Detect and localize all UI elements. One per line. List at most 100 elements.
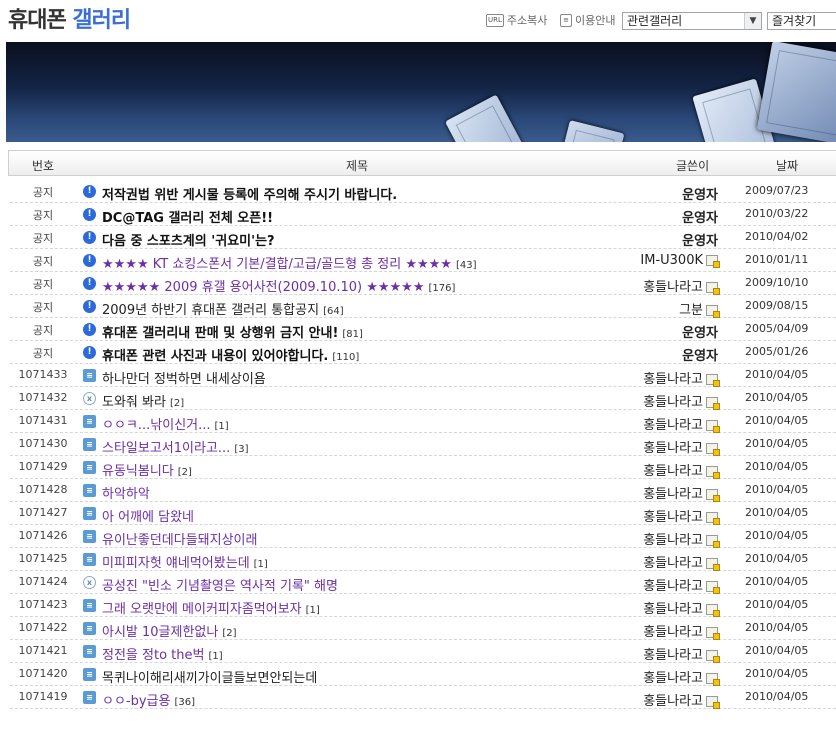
- post-author[interactable]: 홍들나라고: [608, 690, 720, 709]
- table-row[interactable]: 1071426 ≡ 유이난좋던데다들돼지상이래 홍들나라고 2010/04/05: [10, 525, 836, 548]
- post-subject-link[interactable]: 2009년 하반기 휴대폰 갤러리 통합공지 [64]: [102, 299, 344, 318]
- post-author[interactable]: 홍들나라고: [608, 506, 720, 525]
- comment-count[interactable]: [1]: [254, 559, 268, 570]
- gallog-icon[interactable]: [706, 466, 720, 479]
- gallog-icon[interactable]: [706, 650, 720, 663]
- table-row[interactable]: 1071427 ≡ 아 어깨에 담왔네 홍들나라고 2010/04/05: [10, 502, 836, 525]
- table-row[interactable]: 1071432 x 도와줘 봐라 [2] 홍들나라고 2010/04/05: [10, 387, 836, 410]
- table-row[interactable]: 1071429 ≡ 유동닉봄니다 [2] 홍들나라고 2010/04/05: [10, 456, 836, 479]
- post-subject-link[interactable]: 하악하악: [102, 483, 150, 502]
- table-row[interactable]: 1071431 ≡ ㅇㅇㅋ...낚이신거... [1] 홍들나라고 2010/04/05: [10, 410, 836, 433]
- post-subject-link[interactable]: 공성진 "빈소 기념촬영은 역사적 기록" 해명: [102, 575, 338, 594]
- gallog-icon[interactable]: [706, 305, 720, 318]
- post-author[interactable]: 운영자: [608, 345, 718, 364]
- post-author[interactable]: 홍들나라고: [608, 460, 720, 479]
- table-row[interactable]: 공지! 휴대폰 관련 사진과 내용이 있어야합니다. [110] 운영자 2005/01…: [10, 341, 836, 364]
- table-row[interactable]: 1071425 ≡ 미피피자헛 얘네먹어봤는데 [1] 홍들나라고 2010/04/05: [10, 548, 836, 571]
- comment-count[interactable]: [2]: [170, 398, 184, 409]
- comment-count[interactable]: [3]: [234, 444, 248, 455]
- post-author[interactable]: 홍들나라고: [608, 621, 720, 640]
- post-subject-link[interactable]: 아시발 10글제한없나 [2]: [102, 621, 237, 640]
- post-subject-link[interactable]: 휴대폰 갤러리내 판매 및 상행위 금지 안내! [81]: [102, 322, 363, 341]
- post-subject-link[interactable]: 다음 중 스포츠계의 '귀요미'는?: [102, 230, 275, 249]
- post-author[interactable]: 홍들나라고: [608, 391, 720, 410]
- comment-count[interactable]: [2]: [178, 467, 192, 478]
- table-row[interactable]: 1071424 x 공성진 "빈소 기념촬영은 역사적 기록" 해명 홍들나라고 201…: [10, 571, 836, 594]
- comment-count[interactable]: [43]: [456, 260, 477, 271]
- post-subject-link[interactable]: 미피피자헛 얘네먹어봤는데 [1]: [102, 552, 268, 571]
- post-subject-link[interactable]: 목퀴나이해리새끼가이글들보면안되는데: [102, 667, 317, 686]
- comment-count[interactable]: [110]: [332, 352, 359, 363]
- url-copy-link[interactable]: URL 주소복사: [486, 10, 547, 30]
- gallog-icon[interactable]: [706, 443, 720, 456]
- post-subject-link[interactable]: ★★★★ KT 쇼킹스폰서 기본/결합/고급/골드형 총 정리 ★★★★ [43]: [102, 253, 476, 272]
- post-author[interactable]: 홍들나라고: [608, 368, 720, 387]
- gallog-icon[interactable]: [706, 558, 720, 571]
- table-row[interactable]: 1071423 ≡ 그래 오랫만에 메이커피자좀먹어보자 [1] 홍들나라고 2010/0…: [10, 594, 836, 617]
- post-subject-link[interactable]: 유동닉봄니다 [2]: [102, 460, 192, 479]
- post-subject-link[interactable]: 유이난좋던데다들돼지상이래: [102, 529, 257, 548]
- post-author[interactable]: 홍들나라고: [608, 529, 720, 548]
- table-row[interactable]: 1071421 ≡ 정전을 정to the벅 [1] 홍들나라고 2010/04/05: [10, 640, 836, 663]
- table-row[interactable]: 1071419 ≡ ㅇㅇ-by급용 [36] 홍들나라고 2010/04/05: [10, 686, 836, 709]
- post-author[interactable]: 홍들나라고: [608, 644, 720, 663]
- comment-count[interactable]: [64]: [323, 306, 344, 317]
- gallog-icon[interactable]: [706, 512, 720, 525]
- chevron-down-icon[interactable]: ▼: [744, 13, 761, 29]
- table-row[interactable]: 공지! 저작권법 위반 게시물 등록에 주의해 주시기 바랍니다. 운영자 2009/…: [10, 180, 836, 203]
- post-subject-link[interactable]: 그래 오랫만에 메이커피자좀먹어보자 [1]: [102, 598, 320, 617]
- table-row[interactable]: 1071420 ≡ 목퀴나이해리새끼가이글들보면안되는데 홍들나라고 2010/04/0…: [10, 663, 836, 686]
- gallog-icon[interactable]: [706, 489, 720, 502]
- gallog-icon[interactable]: [706, 581, 720, 594]
- gallog-icon[interactable]: [706, 374, 720, 387]
- post-author[interactable]: IM-U300K: [608, 253, 720, 268]
- comment-count[interactable]: [1]: [306, 605, 320, 616]
- comment-count[interactable]: [176]: [429, 283, 456, 294]
- comment-count[interactable]: [81]: [342, 329, 363, 340]
- post-subject-link[interactable]: 정전을 정to the벅 [1]: [102, 644, 223, 663]
- comment-count[interactable]: [1]: [208, 651, 222, 662]
- gallog-icon[interactable]: [706, 535, 720, 548]
- related-gallery-select[interactable]: 관련갤러리 ▼: [622, 12, 762, 30]
- gallog-icon[interactable]: [706, 627, 720, 640]
- table-row[interactable]: 1071428 ≡ 하악하악 홍들나라고 2010/04/05: [10, 479, 836, 502]
- gallery-title[interactable]: 휴대폰 갤러리: [8, 2, 131, 34]
- table-row[interactable]: 공지! ★★★★ KT 쇼킹스폰서 기본/결합/고급/골드형 총 정리 ★★★★ […: [10, 249, 836, 272]
- gallog-icon[interactable]: [706, 420, 720, 433]
- post-author[interactable]: 운영자: [608, 184, 718, 203]
- gallog-icon[interactable]: [706, 673, 720, 686]
- table-row[interactable]: 공지! 휴대폰 갤러리내 판매 및 상행위 금지 안내! [81] 운영자 2005/0…: [10, 318, 836, 341]
- post-author[interactable]: 운영자: [608, 230, 718, 249]
- post-subject-link[interactable]: 휴대폰 관련 사진과 내용이 있어야합니다. [110]: [102, 345, 359, 364]
- post-author[interactable]: 홍들나라고: [608, 276, 720, 295]
- comment-count[interactable]: [36]: [174, 697, 195, 708]
- post-author[interactable]: 홍들나라고: [608, 437, 720, 456]
- table-row[interactable]: 1071433 ≡ 하나만더 정벅하면 내세상이욤 홍들나라고 2010/04/05: [10, 364, 836, 387]
- post-subject-link[interactable]: 저작권법 위반 게시물 등록에 주의해 주시기 바랍니다.: [102, 184, 397, 203]
- comment-count[interactable]: [1]: [215, 421, 229, 432]
- guide-link[interactable]: ≡ 이용안내: [560, 10, 615, 30]
- favorites-select[interactable]: 즐겨찾기: [767, 12, 836, 30]
- post-subject-link[interactable]: ㅇㅇㅋ...낚이신거... [1]: [102, 414, 229, 433]
- post-author[interactable]: 홍들나라고: [608, 598, 720, 617]
- post-subject-link[interactable]: 하나만더 정벅하면 내세상이욤: [102, 368, 266, 387]
- post-subject-link[interactable]: ★★★★★ 2009 휴갤 용어사전(2009.10.10) ★★★★★ [176…: [102, 276, 455, 295]
- post-subject-link[interactable]: DC@TAG 갤러리 전체 오픈!!: [102, 207, 273, 226]
- post-author[interactable]: 홍들나라고: [608, 667, 720, 686]
- post-author[interactable]: 홍들나라고: [608, 414, 720, 433]
- table-row[interactable]: 공지! 다음 중 스포츠계의 '귀요미'는? 운영자 2010/04/02: [10, 226, 836, 249]
- post-author[interactable]: 홍들나라고: [608, 575, 720, 594]
- gallog-icon[interactable]: [706, 282, 720, 295]
- gallog-icon[interactable]: [706, 604, 720, 617]
- gallog-icon[interactable]: [706, 696, 720, 709]
- post-subject-link[interactable]: 아 어깨에 담왔네: [102, 506, 194, 525]
- comment-count[interactable]: [2]: [222, 628, 236, 639]
- table-row[interactable]: 1071430 ≡ 스타일보고서1이라고... [3] 홍들나라고 2010/04/05: [10, 433, 836, 456]
- post-author[interactable]: 홍들나라고: [608, 483, 720, 502]
- table-row[interactable]: 공지! DC@TAG 갤러리 전체 오픈!! 운영자 2010/03/22: [10, 203, 836, 226]
- table-row[interactable]: 공지! 2009년 하반기 휴대폰 갤러리 통합공지 [64] 그분 2009/08/1…: [10, 295, 836, 318]
- post-author[interactable]: 운영자: [608, 322, 718, 341]
- post-subject-link[interactable]: 스타일보고서1이라고... [3]: [102, 437, 248, 456]
- post-author[interactable]: 홍들나라고: [608, 552, 720, 571]
- post-author[interactable]: 운영자: [608, 207, 718, 226]
